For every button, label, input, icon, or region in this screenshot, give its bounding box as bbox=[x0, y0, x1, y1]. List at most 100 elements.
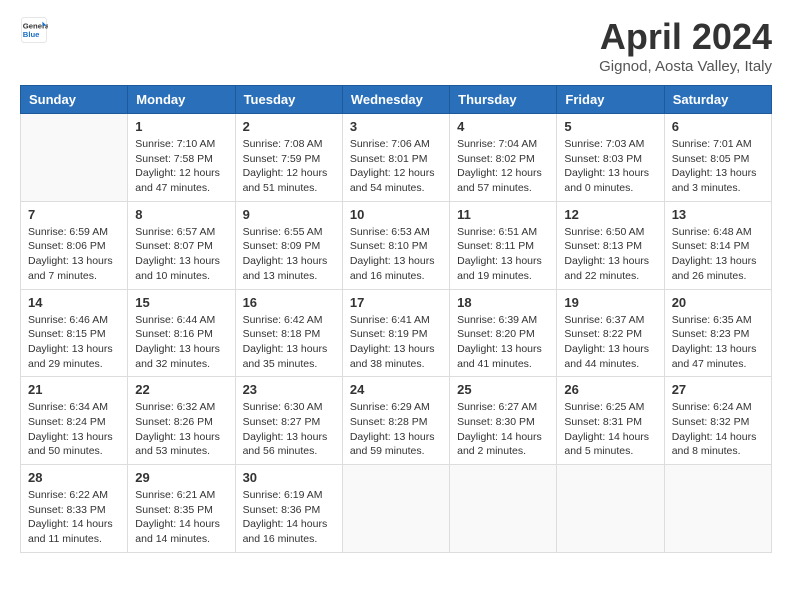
weekday-header-cell: Friday bbox=[557, 86, 664, 114]
day-info: Sunrise: 7:03 AMSunset: 8:03 PMDaylight:… bbox=[564, 137, 656, 196]
calendar-day-cell bbox=[342, 465, 449, 553]
day-number: 15 bbox=[135, 295, 227, 310]
calendar-day-cell: 13Sunrise: 6:48 AMSunset: 8:14 PMDayligh… bbox=[664, 201, 771, 289]
day-number: 18 bbox=[457, 295, 549, 310]
calendar-day-cell: 24 Sunrise: 6:29 AMSunset: 8:28 PMDayligh… bbox=[342, 377, 449, 465]
day-number: 7 bbox=[28, 207, 120, 222]
day-number: 1 bbox=[135, 119, 227, 134]
calendar-day-cell: 2 Sunrise: 7:08 AMSunset: 7:59 PMDaylight… bbox=[235, 114, 342, 202]
day-info: Sunrise: 6:29 AMSunset: 8:28 PMDaylight:… bbox=[350, 400, 442, 459]
weekday-header-cell: Wednesday bbox=[342, 86, 449, 114]
weekday-header-cell: Monday bbox=[128, 86, 235, 114]
day-info: Sunrise: 6:50 AMSunset: 8:13 PMDaylight:… bbox=[564, 225, 656, 284]
calendar-day-cell bbox=[21, 114, 128, 202]
weekday-header-cell: Saturday bbox=[664, 86, 771, 114]
day-info: Sunrise: 6:21 AMSunset: 8:35 PMDaylight:… bbox=[135, 488, 227, 547]
day-info: Sunrise: 6:24 AMSunset: 8:32 PMDaylight:… bbox=[672, 400, 764, 459]
calendar-table: SundayMondayTuesdayWednesdayThursdayFrid… bbox=[20, 85, 772, 553]
day-number: 29 bbox=[135, 470, 227, 485]
calendar-day-cell: 28 Sunrise: 6:22 AMSunset: 8:33 PMDayligh… bbox=[21, 465, 128, 553]
day-info: Sunrise: 6:37 AMSunset: 8:22 PMDaylight:… bbox=[564, 313, 656, 372]
day-number: 6 bbox=[672, 119, 764, 134]
day-number: 28 bbox=[28, 470, 120, 485]
day-info: Sunrise: 6:30 AMSunset: 8:27 PMDaylight:… bbox=[243, 400, 335, 459]
day-number: 2 bbox=[243, 119, 335, 134]
day-info: Sunrise: 7:01 AMSunset: 8:05 PMDaylight:… bbox=[672, 137, 764, 196]
day-info: Sunrise: 7:08 AMSunset: 7:59 PMDaylight:… bbox=[243, 137, 335, 196]
calendar-day-cell: 27 Sunrise: 6:24 AMSunset: 8:32 PMDayligh… bbox=[664, 377, 771, 465]
calendar-header-row: SundayMondayTuesdayWednesdayThursdayFrid… bbox=[21, 86, 772, 114]
calendar-day-cell: 22Sunrise: 6:32 AMSunset: 8:26 PMDayligh… bbox=[128, 377, 235, 465]
day-info: Sunrise: 6:55 AMSunset: 8:09 PMDaylight:… bbox=[243, 225, 335, 284]
day-number: 14 bbox=[28, 295, 120, 310]
calendar-week-row: 28 Sunrise: 6:22 AMSunset: 8:33 PMDayligh… bbox=[21, 465, 772, 553]
day-info: Sunrise: 6:57 AMSunset: 8:07 PMDaylight:… bbox=[135, 225, 227, 284]
day-number: 11 bbox=[457, 207, 549, 222]
day-number: 8 bbox=[135, 207, 227, 222]
calendar-day-cell: 20 Sunrise: 6:35 AMSunset: 8:23 PMDayligh… bbox=[664, 289, 771, 377]
calendar-day-cell: 26 Sunrise: 6:25 AMSunset: 8:31 PMDayligh… bbox=[557, 377, 664, 465]
day-info: Sunrise: 6:22 AMSunset: 8:33 PMDaylight:… bbox=[28, 488, 120, 547]
location-title: Gignod, Aosta Valley, Italy bbox=[599, 58, 772, 75]
day-info: Sunrise: 6:48 AMSunset: 8:14 PMDaylight:… bbox=[672, 225, 764, 284]
day-number: 5 bbox=[564, 119, 656, 134]
logo-icon: General Blue bbox=[20, 16, 48, 44]
calendar-day-cell: 9 Sunrise: 6:55 AMSunset: 8:09 PMDaylight… bbox=[235, 201, 342, 289]
day-number: 16 bbox=[243, 295, 335, 310]
day-info: Sunrise: 6:39 AMSunset: 8:20 PMDaylight:… bbox=[457, 313, 549, 372]
calendar-week-row: 14 Sunrise: 6:46 AMSunset: 8:15 PMDayligh… bbox=[21, 289, 772, 377]
day-number: 3 bbox=[350, 119, 442, 134]
calendar-day-cell: 30Sunrise: 6:19 AMSunset: 8:36 PMDayligh… bbox=[235, 465, 342, 553]
day-number: 17 bbox=[350, 295, 442, 310]
calendar-week-row: 1Sunrise: 7:10 AMSunset: 7:58 PMDaylight… bbox=[21, 114, 772, 202]
weekday-header-cell: Thursday bbox=[450, 86, 557, 114]
svg-text:General: General bbox=[23, 22, 48, 31]
calendar-day-cell bbox=[557, 465, 664, 553]
day-info: Sunrise: 6:32 AMSunset: 8:26 PMDaylight:… bbox=[135, 400, 227, 459]
calendar-day-cell: 12 Sunrise: 6:50 AMSunset: 8:13 PMDayligh… bbox=[557, 201, 664, 289]
calendar-week-row: 21 Sunrise: 6:34 AMSunset: 8:24 PMDayligh… bbox=[21, 377, 772, 465]
day-number: 26 bbox=[564, 382, 656, 397]
calendar-day-cell: 29 Sunrise: 6:21 AMSunset: 8:35 PMDayligh… bbox=[128, 465, 235, 553]
calendar-day-cell: 11Sunrise: 6:51 AMSunset: 8:11 PMDayligh… bbox=[450, 201, 557, 289]
day-info: Sunrise: 6:35 AMSunset: 8:23 PMDaylight:… bbox=[672, 313, 764, 372]
calendar-day-cell: 18 Sunrise: 6:39 AMSunset: 8:20 PMDayligh… bbox=[450, 289, 557, 377]
day-number: 23 bbox=[243, 382, 335, 397]
day-info: Sunrise: 6:41 AMSunset: 8:19 PMDaylight:… bbox=[350, 313, 442, 372]
calendar-day-cell: 8 Sunrise: 6:57 AMSunset: 8:07 PMDaylight… bbox=[128, 201, 235, 289]
calendar-day-cell: 21 Sunrise: 6:34 AMSunset: 8:24 PMDayligh… bbox=[21, 377, 128, 465]
day-number: 27 bbox=[672, 382, 764, 397]
calendar-day-cell: 25Sunrise: 6:27 AMSunset: 8:30 PMDayligh… bbox=[450, 377, 557, 465]
calendar-day-cell: 15Sunrise: 6:44 AMSunset: 8:16 PMDayligh… bbox=[128, 289, 235, 377]
calendar-day-cell: 19 Sunrise: 6:37 AMSunset: 8:22 PMDayligh… bbox=[557, 289, 664, 377]
day-info: Sunrise: 7:04 AMSunset: 8:02 PMDaylight:… bbox=[457, 137, 549, 196]
calendar-day-cell: 17 Sunrise: 6:41 AMSunset: 8:19 PMDayligh… bbox=[342, 289, 449, 377]
calendar-day-cell: 7Sunrise: 6:59 AMSunset: 8:06 PMDaylight… bbox=[21, 201, 128, 289]
day-number: 24 bbox=[350, 382, 442, 397]
day-info: Sunrise: 6:34 AMSunset: 8:24 PMDaylight:… bbox=[28, 400, 120, 459]
calendar-day-cell: 1Sunrise: 7:10 AMSunset: 7:58 PMDaylight… bbox=[128, 114, 235, 202]
calendar-day-cell: 5 Sunrise: 7:03 AMSunset: 8:03 PMDaylight… bbox=[557, 114, 664, 202]
day-number: 12 bbox=[564, 207, 656, 222]
calendar-body: 1Sunrise: 7:10 AMSunset: 7:58 PMDaylight… bbox=[21, 114, 772, 553]
day-number: 9 bbox=[243, 207, 335, 222]
day-info: Sunrise: 6:27 AMSunset: 8:30 PMDaylight:… bbox=[457, 400, 549, 459]
day-number: 19 bbox=[564, 295, 656, 310]
calendar-day-cell: 4Sunrise: 7:04 AMSunset: 8:02 PMDaylight… bbox=[450, 114, 557, 202]
svg-text:Blue: Blue bbox=[23, 30, 40, 39]
day-number: 21 bbox=[28, 382, 120, 397]
calendar-week-row: 7Sunrise: 6:59 AMSunset: 8:06 PMDaylight… bbox=[21, 201, 772, 289]
day-info: Sunrise: 6:46 AMSunset: 8:15 PMDaylight:… bbox=[28, 313, 120, 372]
calendar-day-cell: 16Sunrise: 6:42 AMSunset: 8:18 PMDayligh… bbox=[235, 289, 342, 377]
day-info: Sunrise: 6:25 AMSunset: 8:31 PMDaylight:… bbox=[564, 400, 656, 459]
day-info: Sunrise: 6:19 AMSunset: 8:36 PMDaylight:… bbox=[243, 488, 335, 547]
day-info: Sunrise: 6:53 AMSunset: 8:10 PMDaylight:… bbox=[350, 225, 442, 284]
calendar-day-cell: 3 Sunrise: 7:06 AMSunset: 8:01 PMDaylight… bbox=[342, 114, 449, 202]
calendar-day-cell bbox=[450, 465, 557, 553]
weekday-header-cell: Sunday bbox=[21, 86, 128, 114]
calendar-day-cell bbox=[664, 465, 771, 553]
title-block: April 2024 Gignod, Aosta Valley, Italy bbox=[599, 16, 772, 75]
day-number: 20 bbox=[672, 295, 764, 310]
calendar-day-cell: 6 Sunrise: 7:01 AMSunset: 8:05 PMDaylight… bbox=[664, 114, 771, 202]
day-info: Sunrise: 7:06 AMSunset: 8:01 PMDaylight:… bbox=[350, 137, 442, 196]
